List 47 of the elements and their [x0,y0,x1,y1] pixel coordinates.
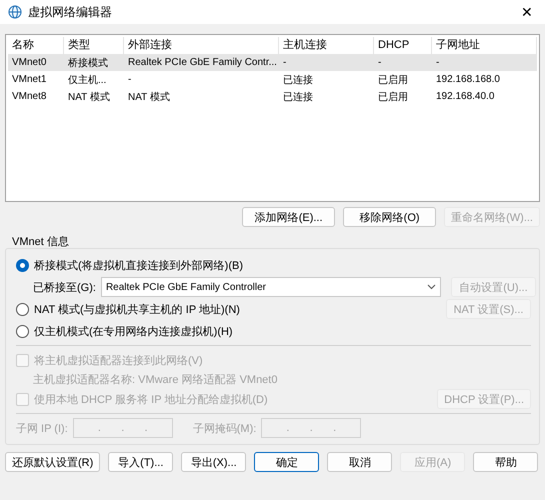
table-cell-text: 已启用 [377,74,409,86]
dialog-button[interactable]: 导出(X)... [181,452,246,472]
table-cell-text: 仅主机... [67,74,108,86]
adapter-name-text: 主机虚拟适配器名称: VMware 网络适配器 VMnet0 [33,374,278,386]
checkbox-label: 将主机虚拟适配器连接到此网络(V) [34,354,203,368]
close-button[interactable]: ✕ [517,4,537,20]
table-cell-text: - [377,57,382,68]
bridged-label: 已桥接至(G): [33,280,96,294]
adapter-dropdown[interactable]: Realtek PCIe GbE Family Controller [100,277,441,297]
checkbox-label: 使用本地 DHCP 服务将 IP 地址分配给虚拟机(D) [34,392,268,406]
table-cell-text: - [282,57,288,68]
globe-icon [8,5,22,19]
table-cell-text: VMnet8 [11,91,48,102]
radio-button[interactable] [16,258,29,272]
table-cell-text: 桥接模式 [67,56,109,70]
table-cell-text: NAT 模式 [67,90,111,104]
dialog-button[interactable]: 帮助 [473,452,538,472]
table-cell-text: - [127,74,132,85]
table-cell-text: VMnet0 [11,57,48,68]
radio-label: 仅主机模式(在专用网络内连接虚拟机)(H) [34,324,233,338]
network-button[interactable]: 添加网络(E)... [242,207,336,227]
dialog-button[interactable]: 还原默认设置(R) [5,452,100,472]
table-cell-text: Realtek PCIe GbE Family Contr... [127,57,278,68]
table-cell-text: 已连接 [282,90,314,104]
radio-label: 桥接模式(将虚拟机直接连接到外部网络)(B) [34,258,243,272]
dialog-button[interactable]: 取消 [327,452,392,472]
table-row[interactable]: VMnet8 NAT 模式 NAT 模式 已连接 已启用 192.168.40.0 [8,88,537,105]
chevron-down-icon [426,284,436,290]
field-label: 子网掩码(M): [192,422,256,436]
dialog-button[interactable]: 导入(T)... [108,452,174,472]
table-cell-text: 已启用 [377,90,409,104]
group-title: VMnet 信息 [11,235,70,249]
field-label: 子网 IP (I): [16,422,68,436]
table-row[interactable]: VMnet1 仅主机... - 已连接 已启用 192.168.168.0 [8,71,537,88]
radio-label: NAT 模式(与虚拟机共享主机的 IP 地址)(N) [34,302,240,316]
radio-button[interactable] [16,324,29,338]
table-cell-text: 192.168.40.0 [435,91,496,102]
table-cell-text: 已连接 [282,74,314,86]
table-cell-text: VMnet1 [11,74,48,85]
radio-button[interactable] [16,302,29,316]
dialog-button[interactable]: 确定 [254,452,320,472]
window-title: 虚拟网络编辑器 [28,4,113,20]
network-button[interactable]: 移除网络(O) [343,207,436,227]
table-cell-text: - [435,57,440,68]
table-row[interactable]: VMnet0 桥接模式 Realtek PCIe GbE Family Contr... - - - [8,54,537,71]
table-cell-text: NAT 模式 [127,90,171,104]
table-cell-text: 192.168.168.0 [435,74,501,85]
